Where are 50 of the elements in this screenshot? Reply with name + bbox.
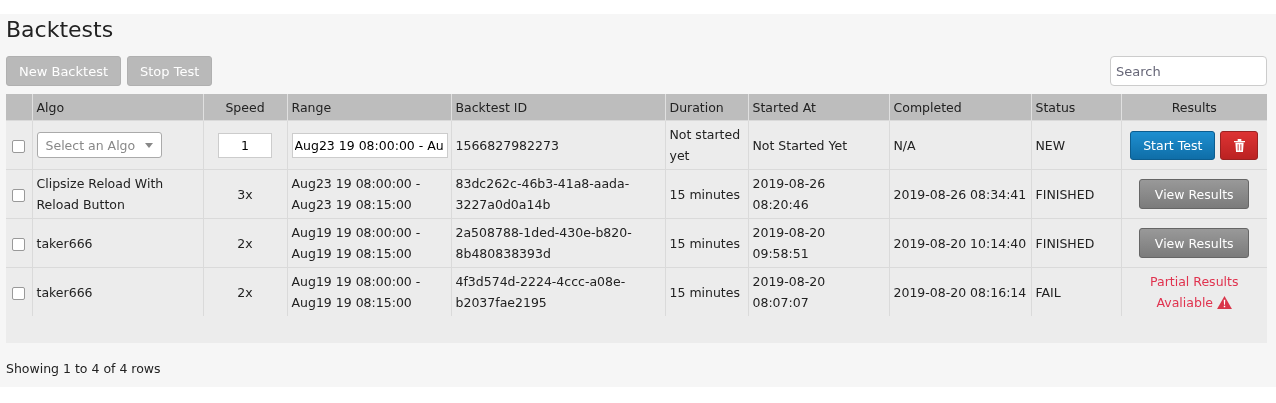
table-cell: 2019-08-20 10:14:40 [893, 235, 1027, 251]
row-checkbox[interactable] [12, 286, 26, 300]
row-checkbox[interactable] [12, 237, 26, 251]
table-cell: 15 minutes [669, 186, 740, 202]
table-cell: taker666 [36, 235, 93, 251]
table-cell: taker666 [36, 284, 93, 300]
view-results-button[interactable]: View Results [1139, 179, 1250, 209]
table-cell: 2a508788-1ded-430e-b820-8b480838393d [455, 225, 632, 261]
row-checkbox[interactable] [12, 188, 26, 202]
start-test-button[interactable]: Start Test [1130, 130, 1216, 160]
search-field[interactable]: Search [1110, 56, 1267, 86]
caret-icon [144, 142, 153, 148]
table-cell: 2x [237, 284, 253, 300]
column-header[interactable]: Range [291, 99, 332, 115]
pagination-info: Showing 1 to 4 of 4 rows [6, 360, 162, 376]
table-cell: 2x [237, 235, 253, 251]
algo-select[interactable]: Select an Algo [36, 132, 162, 158]
table-cell: Not Started Yet [752, 137, 848, 153]
table-cell: FAIL [1035, 284, 1061, 300]
table-cell: 2019-08-20 08:16:14 [893, 284, 1027, 300]
table-cell: 3x [237, 186, 253, 202]
table-cell: 15 minutes [669, 235, 740, 251]
column-header[interactable]: Results [1171, 99, 1217, 115]
row-checkbox[interactable] [12, 139, 26, 153]
table-cell: Aug19 19 08:00:00 - Aug19 19 08:15:00 [291, 274, 421, 310]
table-cell: 15 minutes [669, 284, 740, 300]
warning-icon [1217, 296, 1233, 309]
table-cell: 83dc262c-46b3-41a8-aada-3227a0d0a14b [455, 176, 630, 212]
delete-button[interactable] [1220, 130, 1259, 160]
table-cell: Not started yet [669, 127, 741, 163]
table-cell: 2019-08-26 08:20:46 [752, 176, 826, 212]
table-cell: Aug19 19 08:00:00 - Aug19 19 08:15:00 [291, 225, 421, 261]
table-cell: Aug23 19 08:00:00 - Aug23 19 08:15:00 [291, 176, 421, 212]
table-cell: NEW [1035, 137, 1066, 153]
trash-icon [1233, 138, 1245, 152]
page-title: Backtests [6, 16, 115, 44]
range-field[interactable]: Aug23 19 08:00:00 - Au [291, 132, 448, 158]
table-cell: Clipsize Reload With Reload Button [36, 176, 164, 212]
table-cell: 1566827982273 [455, 137, 559, 153]
table-cell: 2019-08-20 09:58:51 [752, 225, 826, 261]
table-cell: FINISHED [1035, 235, 1095, 251]
table-cell: 2019-08-20 08:07:07 [752, 274, 826, 310]
partial-results-link[interactable]: Partial Results Avaliable [1139, 271, 1250, 313]
speed-field[interactable]: 1 [218, 132, 272, 158]
view-results-button[interactable]: View Results [1139, 228, 1250, 258]
table-cell: N/A [893, 137, 916, 153]
table-cell: 4f3d574d-2224-4ccc-a08e-b2037fae2195 [455, 274, 626, 310]
table-cell: FINISHED [1035, 186, 1095, 202]
column-header[interactable]: Algo [36, 99, 65, 115]
table-cell: 2019-08-26 08:34:41 [893, 186, 1027, 202]
